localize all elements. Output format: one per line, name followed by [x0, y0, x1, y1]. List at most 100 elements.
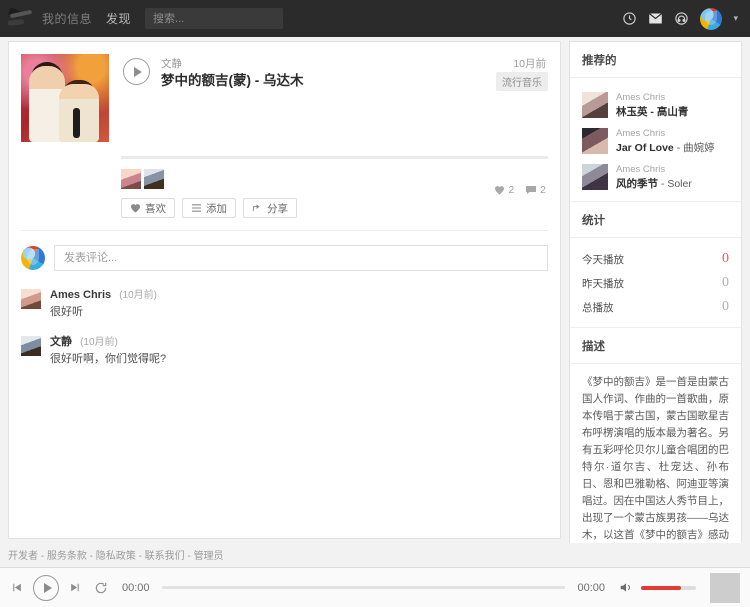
footer-link-admin[interactable]: 管理员	[194, 551, 224, 562]
stats-title: 统计	[570, 201, 741, 238]
track-counts: 2 2	[494, 184, 546, 196]
envelope-icon[interactable]	[648, 12, 663, 25]
track-header: 文静 梦中的额吉(蒙) - 乌达木 10月前 流行音乐	[9, 42, 560, 142]
rec-uploader: Ames Chris	[616, 92, 666, 103]
comment-text: 很好听	[50, 306, 83, 318]
footer-sep: -	[38, 551, 47, 562]
footer-link-contact[interactable]: 联系我们	[145, 551, 185, 562]
site-logo-icon[interactable]	[8, 7, 36, 30]
player-album-art[interactable]	[710, 572, 740, 603]
avatar[interactable]	[21, 336, 41, 356]
add-label: 添加	[206, 202, 227, 215]
list-item: 文静 (10月前) 很好听啊，你们觉得呢?	[21, 336, 548, 366]
volume-slider[interactable]	[641, 585, 696, 590]
share-label: 分享	[267, 202, 288, 215]
stat-value: 0	[722, 275, 729, 290]
footer-sep: -	[86, 551, 96, 562]
header-actions: ▾	[622, 7, 742, 30]
track-genre-badge[interactable]: 流行音乐	[496, 72, 548, 91]
table-row: 今天播放 0	[582, 247, 729, 271]
top-navbar: 我的信息 发现 ▾	[0, 0, 750, 37]
footer-sep: -	[184, 551, 194, 562]
list-item[interactable]: Ames Chris 风的季节 - Soler	[570, 159, 741, 195]
stat-value: 0	[722, 299, 729, 314]
comment-input[interactable]	[54, 245, 548, 271]
current-time: 00:00	[122, 581, 150, 594]
stat-label: 今天播放	[582, 253, 624, 266]
rec-title-sub: - Soler	[658, 178, 692, 190]
recommended-list: Ames Chris 林玉英 - 高山青 Ames Chris Jar Of L…	[570, 78, 741, 201]
table-row: 昨天播放 0	[582, 271, 729, 295]
track-panel: 文静 梦中的额吉(蒙) - 乌达木 10月前 流行音乐 喜欢 添加 分享 2 2…	[8, 41, 561, 539]
comment-count-value: 2	[540, 184, 546, 196]
rec-uploader: Ames Chris	[616, 164, 666, 175]
rec-title: 风的季节 - Soler	[616, 178, 692, 190]
footer-link-developer[interactable]: 开发者	[8, 551, 38, 562]
next-icon[interactable]	[69, 581, 82, 594]
rec-title-main: Jar Of Love	[616, 142, 674, 154]
track-play-button[interactable]	[123, 58, 150, 85]
player-bar: 00:00 00:00	[0, 567, 750, 607]
rec-title: 林玉英 - 高山青	[616, 106, 689, 118]
stat-label: 昨天播放	[582, 277, 624, 290]
comment-author[interactable]: 文静	[50, 336, 72, 348]
nav-my-info[interactable]: 我的信息	[42, 10, 92, 27]
track-title[interactable]: 梦中的额吉(蒙) - 乌达木	[161, 69, 304, 89]
like-label: 喜欢	[145, 202, 166, 215]
track-meta: 文静 梦中的额吉(蒙) - 乌达木 10月前 流行音乐	[109, 54, 548, 142]
stat-label: 总播放	[582, 301, 614, 314]
page-body: 文静 梦中的额吉(蒙) - 乌达木 10月前 流行音乐 喜欢 添加 分享 2 2…	[0, 37, 750, 607]
waveform[interactable]	[121, 156, 548, 159]
add-button[interactable]: 添加	[182, 198, 236, 218]
nav-discover[interactable]: 发现	[106, 10, 131, 27]
footer-sep: -	[135, 551, 145, 562]
footer-link-privacy[interactable]: 隐私政策	[96, 551, 136, 562]
album-art	[582, 128, 608, 154]
stat-value: 0	[722, 251, 729, 266]
comment-text: 很好听啊，你们觉得呢?	[50, 353, 167, 365]
avatar[interactable]	[21, 289, 41, 309]
comment-count: 2	[525, 184, 546, 196]
table-row: 总播放 0	[582, 295, 729, 319]
list-item[interactable]: Ames Chris Jar Of Love - 曲婉婷	[570, 123, 741, 159]
comment-list: Ames Chris (10月前) 很好听 文静 (10月前) 很好听啊，你们觉…	[9, 271, 560, 366]
footer-link-terms[interactable]: 服务条款	[47, 551, 87, 562]
footer: 开发者 - 服务条款 - 隐私政策 - 联系我们 - 管理员	[0, 543, 750, 567]
play-button[interactable]	[33, 574, 59, 601]
list-item[interactable]: Ames Chris 林玉英 - 高山青	[570, 87, 741, 123]
album-art[interactable]	[21, 54, 109, 142]
clock-icon[interactable]	[622, 11, 637, 26]
repeat-icon[interactable]	[94, 581, 108, 595]
like-button[interactable]: 喜欢	[121, 198, 175, 218]
listener-avatar[interactable]	[121, 169, 141, 189]
current-user-avatar	[21, 246, 45, 270]
rec-title-sub: - 曲婉婷	[673, 142, 715, 154]
description-title: 描述	[570, 327, 741, 364]
like-count: 2	[494, 184, 514, 196]
track-timestamp: 10月前	[513, 58, 546, 70]
share-button[interactable]: 分享	[243, 198, 297, 218]
comment-time: (10月前)	[80, 337, 118, 348]
album-art	[582, 92, 608, 118]
chevron-down-icon[interactable]: ▾	[733, 13, 738, 24]
app-root: 我的信息 发现 ▾	[0, 0, 750, 607]
previous-icon[interactable]	[10, 581, 23, 594]
sidebar: 推荐的 Ames Chris 林玉英 - 高山青 Ames Chris Jar …	[569, 41, 742, 607]
recommended-title: 推荐的	[570, 42, 741, 78]
comment-author[interactable]: Ames Chris	[50, 289, 111, 301]
like-count-value: 2	[508, 184, 515, 196]
search-input[interactable]	[145, 8, 284, 29]
rec-uploader: Ames Chris	[616, 128, 666, 139]
comment-form	[9, 231, 560, 271]
listener-avatar[interactable]	[144, 169, 164, 189]
speaker-icon[interactable]	[619, 581, 633, 594]
stats-list: 今天播放 0 昨天播放 0 总播放 0	[570, 238, 741, 327]
headphones-icon[interactable]	[674, 11, 689, 26]
track-actions: 喜欢 添加 分享	[121, 198, 560, 218]
rec-title-main: 风的季节	[616, 178, 658, 190]
rec-title: Jar Of Love - 曲婉婷	[616, 142, 715, 154]
user-avatar[interactable]	[700, 7, 723, 30]
volume-fill	[641, 585, 681, 590]
progress-bar[interactable]	[161, 586, 566, 589]
list-item: Ames Chris (10月前) 很好听	[21, 289, 548, 319]
